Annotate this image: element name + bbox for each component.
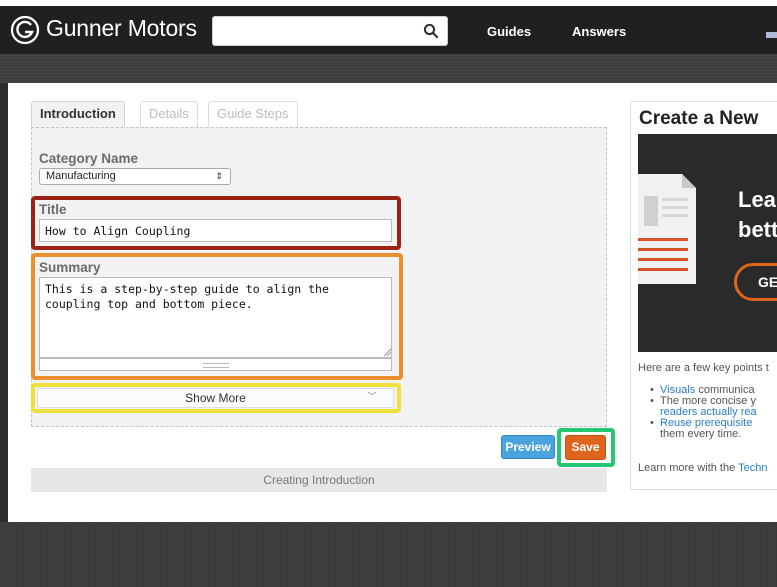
top-navigation-bar: Gunner Motors Guides Answers: [0, 6, 777, 54]
select-arrows-icon: ⇕: [215, 171, 223, 181]
left-edge-strip: [0, 83, 8, 522]
app-window: Gunner Motors Guides Answers Introductio…: [0, 0, 777, 587]
preview-button[interactable]: Preview: [501, 435, 555, 459]
category-label: Category Name: [39, 151, 139, 166]
tips-list: • Visuals communica • The more concise y r…: [638, 385, 757, 440]
save-highlight-box: [557, 428, 615, 467]
tab-details[interactable]: Details: [140, 101, 198, 127]
promo-banner: Lea bett GE: [638, 134, 777, 352]
search-icon[interactable]: [423, 23, 439, 39]
tip-text: them every time.: [660, 428, 742, 440]
promo-headline-line2: bett: [738, 217, 777, 242]
search-input[interactable]: [217, 20, 421, 44]
category-select[interactable]: Manufacturing ⇕: [39, 168, 231, 185]
show-more-highlight-box: [31, 383, 401, 413]
tab-introduction[interactable]: Introduction: [31, 101, 125, 127]
promo-get-started-button[interactable]: GE: [734, 263, 777, 301]
search-box[interactable]: [212, 16, 448, 46]
brand-name[interactable]: Gunner Motors: [46, 15, 197, 42]
create-guide-card: Create a New Lea bett GE Here are a few …: [630, 101, 777, 490]
tip-item-continued: them every time.: [638, 429, 757, 440]
learn-more-link[interactable]: Techn: [738, 462, 767, 474]
card-title: Create a New: [639, 108, 759, 129]
category-selected-value: Manufacturing: [46, 170, 116, 182]
promo-headline-line1: Lea: [738, 187, 776, 212]
card-intro-text: Here are a few key points t: [638, 362, 769, 374]
language-flag-icon[interactable]: [766, 32, 777, 38]
page-footer: [0, 522, 777, 587]
status-bar: Creating Introduction: [31, 468, 607, 492]
learn-more-text: Learn more with the Techn: [638, 462, 767, 474]
nav-guides-link[interactable]: Guides: [487, 24, 531, 39]
document-illustration-icon: [638, 174, 696, 284]
nav-answers-link[interactable]: Answers: [572, 24, 626, 39]
gunner-logo-icon[interactable]: [10, 15, 40, 45]
sub-header-strip: [0, 54, 777, 83]
tab-guide-steps[interactable]: Guide Steps: [208, 101, 298, 127]
learn-more-prefix: Learn more with the: [638, 462, 739, 474]
title-highlight-box: [31, 196, 401, 250]
summary-highlight-box: [31, 253, 403, 380]
